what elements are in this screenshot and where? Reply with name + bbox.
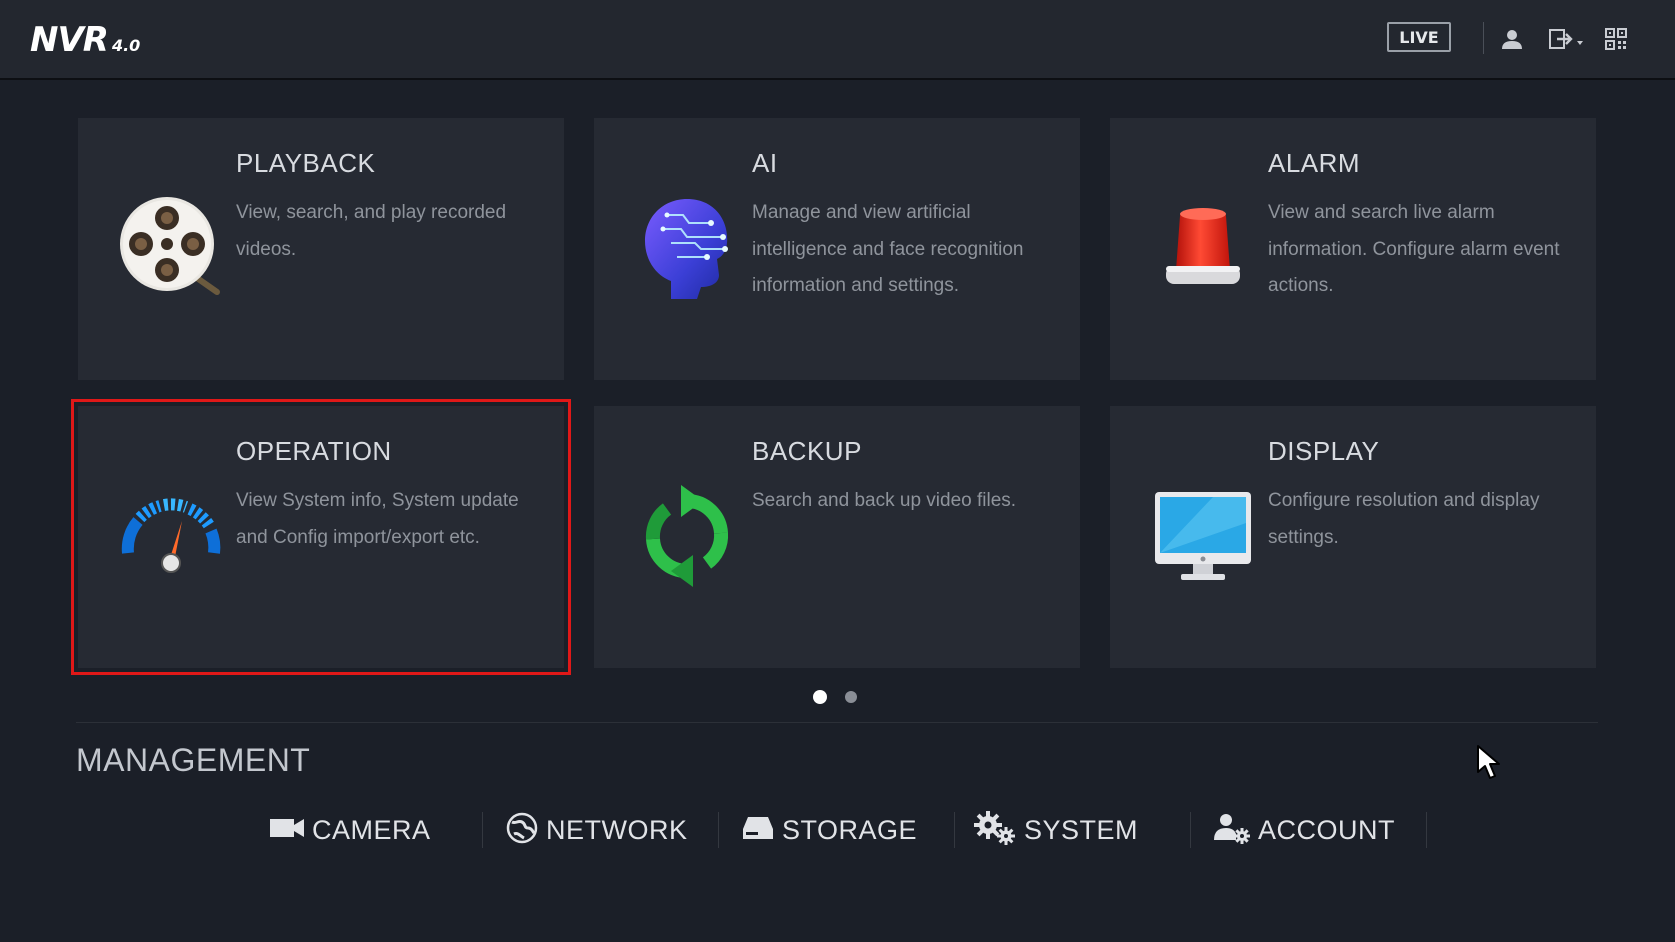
card-description: Search and back up video files. — [752, 490, 1017, 511]
card-description: View System info, System update and Conf… — [236, 490, 519, 548]
management-label: STORAGE — [782, 814, 918, 845]
management-separator — [482, 812, 483, 848]
management-label: NETWORK — [546, 814, 688, 845]
card-alarm[interactable]: ALARM View and search live alarm informa… — [1110, 118, 1596, 380]
gauge-icon — [116, 481, 226, 591]
refresh-icon — [632, 481, 742, 591]
mouse-cursor-icon — [1476, 744, 1502, 785]
section-divider — [76, 722, 1598, 723]
card-title: BACKUP — [752, 436, 862, 466]
logout-icon[interactable] — [1546, 24, 1588, 54]
ai-head-icon — [632, 193, 742, 303]
storage-drive-icon — [742, 815, 774, 846]
card-title: OPERATION — [236, 436, 392, 466]
card-operation[interactable]: OPERATION View System info, System updat… — [71, 399, 571, 675]
gears-icon — [974, 810, 1016, 850]
qr-code-icon[interactable] — [1601, 24, 1631, 54]
card-description: Configure resolution and display setting… — [1268, 490, 1540, 548]
management-separator — [954, 812, 955, 848]
card-title: AI — [752, 148, 778, 178]
card-description: View and search live alarm information. … — [1268, 202, 1560, 296]
film-reel-icon — [116, 193, 226, 303]
page-dot-1[interactable] — [813, 690, 827, 704]
card-description: View, search, and play recorded videos. — [236, 202, 507, 260]
monitor-icon — [1148, 481, 1258, 591]
management-storage[interactable]: STORAGE — [742, 808, 917, 852]
user-icon[interactable] — [1497, 24, 1527, 54]
top-bar: NVR 4.0 LIVE — [0, 0, 1675, 80]
logo-text: NVR — [30, 20, 109, 60]
card-title: PLAYBACK — [236, 148, 376, 178]
management-title: MANAGEMENT — [76, 742, 311, 778]
network-globe-icon — [506, 812, 538, 849]
card-ai[interactable]: AI Manage and view artificial intelligen… — [594, 118, 1080, 380]
management-separator — [1190, 812, 1191, 848]
logo-version: 4.0 — [111, 36, 141, 55]
card-title: DISPLAY — [1268, 436, 1380, 466]
header-divider — [1483, 22, 1484, 54]
management-label: SYSTEM — [1024, 814, 1139, 845]
alarm-siren-icon — [1148, 193, 1258, 303]
card-backup[interactable]: BACKUP Search and back up video files. — [594, 406, 1080, 668]
management-system[interactable]: SYSTEM — [974, 808, 1138, 852]
management-label: ACCOUNT — [1258, 814, 1395, 845]
card-title: ALARM — [1268, 148, 1361, 178]
live-button[interactable]: LIVE — [1387, 22, 1451, 52]
management-separator — [1426, 812, 1427, 848]
management-camera[interactable]: CAMERA — [270, 808, 431, 852]
card-description: Manage and view artificial intelligence … — [752, 202, 1024, 296]
account-settings-icon — [1214, 812, 1250, 849]
card-playback[interactable]: PLAYBACK View, search, and play recorded… — [78, 118, 564, 380]
management-label: CAMERA — [312, 814, 431, 845]
card-display[interactable]: DISPLAY Configure resolution and display… — [1110, 406, 1596, 668]
nvr-logo: NVR 4.0 — [30, 20, 140, 60]
management-separator — [718, 812, 719, 848]
management-account[interactable]: ACCOUNT — [1214, 808, 1395, 852]
camera-icon — [270, 817, 304, 844]
page-dot-2[interactable] — [845, 691, 857, 703]
management-network[interactable]: NETWORK — [506, 808, 688, 852]
